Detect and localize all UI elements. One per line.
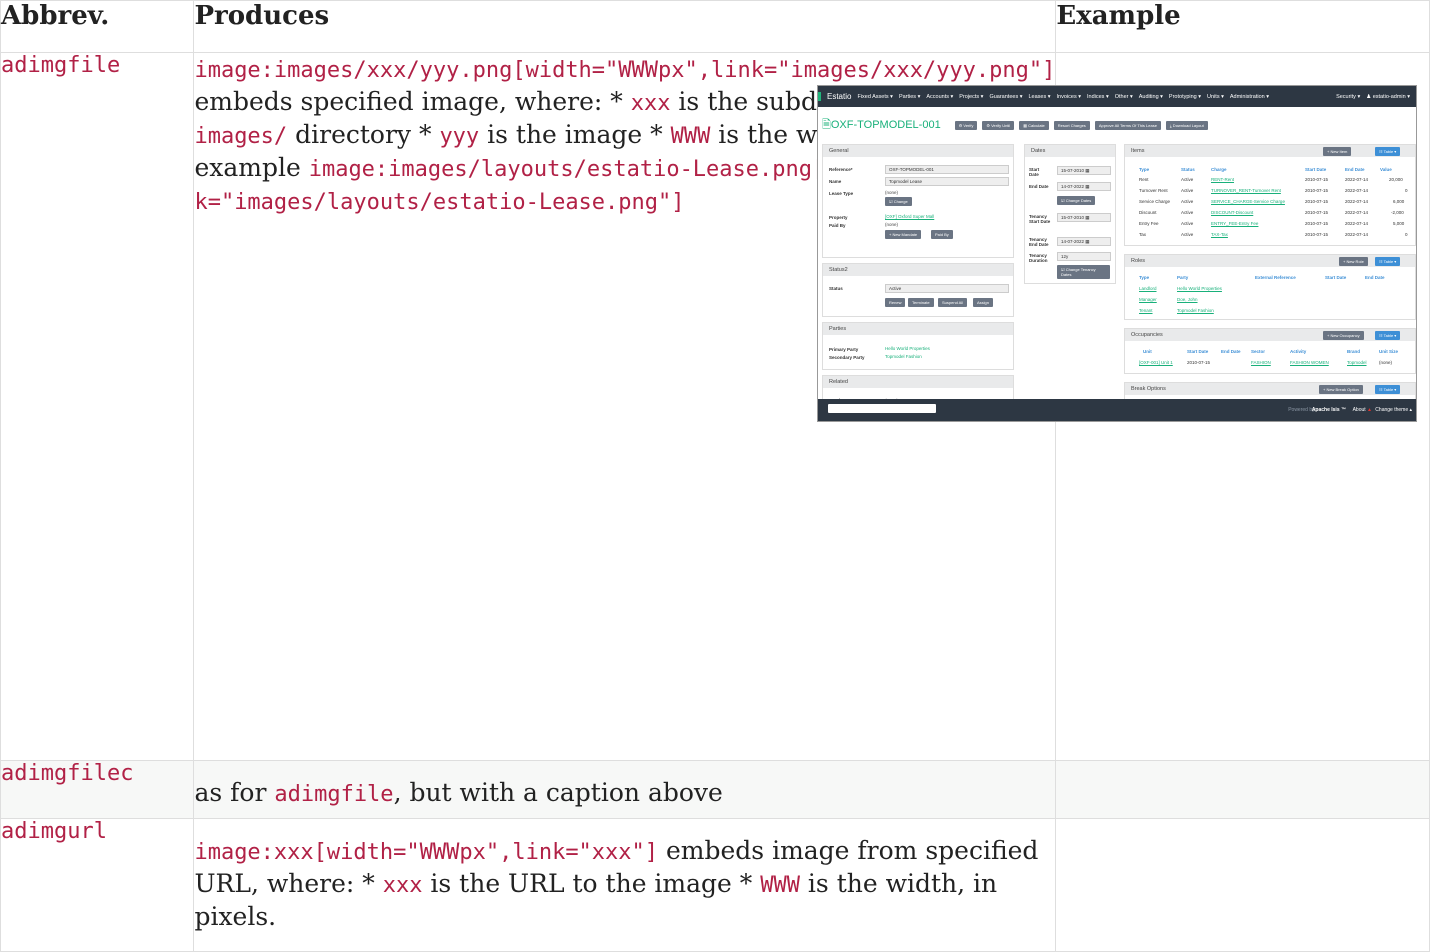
table-row: adimgfilec as for adimgfile, but with a … <box>0 760 1430 819</box>
general-heading: General <box>823 145 1013 157</box>
footer-select[interactable] <box>828 404 936 413</box>
table-row[interactable]: Entry Fee Active ENTRY_FEE-Entry Fee 2010-0… <box>1125 219 1415 230</box>
occupancies-table-button[interactable]: ☷ Table ▾ <box>1375 331 1401 340</box>
menu-prototyping[interactable]: Prototyping ▾ <box>1169 94 1201 100</box>
occupancies-panel: Occupancies + New Occupancy ☷ Table ▾ Un… <box>1124 328 1416 374</box>
table-row[interactable]: [OXF-001] Unit 1 2010-07-15 FASHION FASHION… <box>1125 358 1415 369</box>
new-mandate-button[interactable]: + New Mandate <box>885 230 922 239</box>
parties-panel: Parties Primary Party Hello World Proper… <box>822 322 1014 370</box>
tenancy-duration-field[interactable]: 12y <box>1057 252 1111 261</box>
produces-cell: as for adimgfile, but with a caption abo… <box>193 760 1057 819</box>
abbrev-cell: adimgurl <box>1 819 107 844</box>
tenancy-end-field[interactable]: 14-07-2022 ▦ <box>1057 237 1111 246</box>
change-tenancy-dates-button[interactable]: ☑ Change Tenancy Dates <box>1057 265 1110 279</box>
reference-field[interactable]: OXF-TOPMODEL-001 <box>885 165 1009 174</box>
menu-administration[interactable]: Administration ▾ <box>1230 94 1269 100</box>
new-occupancy-button[interactable]: + New Occupancy <box>1323 331 1364 340</box>
name-field[interactable]: Topmodel Lease <box>885 177 1009 186</box>
menu-units[interactable]: Units ▾ <box>1207 94 1224 100</box>
change-dates-button[interactable]: ☑ Change Dates <box>1057 196 1096 205</box>
secondary-party-link[interactable]: Topmodel Fashion <box>885 354 922 359</box>
menu-accounts[interactable]: Accounts ▾ <box>926 94 953 100</box>
change-button[interactable]: ☑ Change <box>885 197 912 206</box>
items-table-button[interactable]: ☷ Table ▾ <box>1375 147 1401 156</box>
menu-projects[interactable]: Projects ▾ <box>959 94 983 100</box>
roles-table-button[interactable]: ☷ Table ▾ <box>1375 257 1401 266</box>
break-options-table-button[interactable]: ☷ Table ▾ <box>1375 385 1401 394</box>
suspend-all-button[interactable]: Suspend All <box>938 298 968 307</box>
primary-party-link[interactable]: Hello World Properties <box>885 346 930 351</box>
start-date-field[interactable]: 15-07-2010 ▦ <box>1057 166 1111 175</box>
paid-by-button[interactable]: Paid By <box>931 230 953 239</box>
property-link[interactable]: [OXF] Oxford Super Mall <box>885 214 934 219</box>
items-panel: Items + New Item ☷ Table ▾ Type Status C… <box>1124 144 1416 246</box>
terminate-button[interactable]: Terminate <box>908 298 934 307</box>
table-row[interactable]: Rent Active RENT-Rent 2010-07-15 2022-07-14 2… <box>1125 175 1415 186</box>
footer-bar: Powered by: Apache Isis ™ About ▲ Change… <box>818 399 1416 421</box>
menu-security[interactable]: Security ▾ <box>1336 94 1360 100</box>
general-panel: General Reference* OXF-TOPMODEL-001 Name… <box>822 144 1014 258</box>
tenancy-start-field[interactable]: 15-07-2010 ▦ <box>1057 213 1111 222</box>
example-cell <box>1055 818 1430 952</box>
table-row[interactable]: Manager Doe, John <box>1125 295 1415 306</box>
produces-cell: image:xxx[width="WWWpx",link="xxx"] embe… <box>193 818 1057 952</box>
status-panel: Status2 Status Active Renew Terminate Su… <box>822 263 1014 317</box>
new-item-button[interactable]: + New Item <box>1323 147 1352 156</box>
verify-until-button[interactable]: ⚙ Verify Until <box>982 120 1015 130</box>
about-link[interactable]: About ▲ <box>1353 407 1372 413</box>
table-header-row: Abbrev. Produces Example <box>0 0 1430 53</box>
assign-button[interactable]: Assign <box>973 298 994 307</box>
calculate-button[interactable]: ▦ Calculate <box>1019 120 1049 130</box>
abbrev-cell: adimgfile <box>1 53 121 78</box>
example-cell <box>1055 760 1430 819</box>
menu-fixed-assets[interactable]: Fixed Assets ▾ <box>857 94 892 100</box>
header-produces: Produces <box>193 0 1057 53</box>
top-navbar: Estatio Fixed Assets ▾ Parties ▾ Account… <box>818 86 1416 107</box>
menu-invoices[interactable]: Invoices ▾ <box>1057 94 1081 100</box>
menu-leases[interactable]: Leases ▾ <box>1028 94 1050 100</box>
approve-terms-button[interactable]: Approve All Terms Of This Lease <box>1094 120 1161 130</box>
brand-logo[interactable]: Estatio <box>818 92 858 101</box>
break-options-panel: Break Options + New Break Option ☷ Table… <box>1124 382 1416 400</box>
user-menu[interactable]: ♟ estatio-admin ▾ <box>1366 94 1410 100</box>
verify-button[interactable]: ⚙ Verify <box>954 120 978 130</box>
lease-title: 🗎OXF-TOPMODEL-001 <box>822 118 941 131</box>
menu-indices[interactable]: Indices ▾ <box>1087 94 1109 100</box>
header-abbrev: Abbrev. <box>0 0 195 53</box>
menu-parties[interactable]: Parties ▾ <box>899 94 920 100</box>
download-layout-button[interactable]: ⤓ Download Layout <box>1165 120 1208 130</box>
dates-panel: Dates Start Date 15-07-2010 ▦ End Date 1… <box>1024 144 1116 284</box>
roles-panel: Roles + New Role ☷ Table ▾ Type Party Ex… <box>1124 254 1416 320</box>
warning-icon: ▲ <box>1367 407 1372 413</box>
end-date-field[interactable]: 14-07-2022 ▦ <box>1057 182 1111 191</box>
resort-charges-button[interactable]: Resort Charges <box>1053 120 1090 130</box>
table-row[interactable]: Tenant Topmodel Fashion <box>1125 306 1415 317</box>
status-select[interactable]: Active <box>885 284 1009 293</box>
menu-guarantees[interactable]: Guarantees ▾ <box>989 94 1022 100</box>
new-role-button[interactable]: + New Role <box>1339 257 1368 266</box>
table-row[interactable]: Service Charge Active SERVICE_CHARGE-Servi… <box>1125 197 1415 208</box>
table-row: adimgurl image:xxx[width="WWWpx",link="x… <box>0 818 1430 952</box>
menu-auditing[interactable]: Auditing ▾ <box>1139 94 1163 100</box>
table-row[interactable]: Landlord Hello World Properties <box>1125 284 1415 295</box>
header-example: Example <box>1055 0 1430 53</box>
new-break-option-button[interactable]: + New Break Option <box>1319 385 1363 394</box>
estatio-lease-screenshot[interactable]: Estatio Fixed Assets ▾ Parties ▾ Account… <box>817 85 1417 422</box>
title-bar: 🗎OXF-TOPMODEL-001 ⚙ Verify ⚙ Verify Unti… <box>818 117 1213 133</box>
change-theme-link[interactable]: Change theme ▴ <box>1375 407 1412 413</box>
isis-link[interactable]: Apache Isis ™ <box>1312 407 1346 413</box>
table-row[interactable]: Turnover Rent Active TURNOVER_RENT-Turnove… <box>1125 186 1415 197</box>
table-row[interactable]: Discount Active DISCOUNT-Discount 2010-07-1… <box>1125 208 1415 219</box>
menu-other[interactable]: Other ▾ <box>1115 94 1133 100</box>
renew-button[interactable]: Renew <box>885 298 906 307</box>
abbrev-cell: adimgfilec <box>1 761 134 786</box>
table-row[interactable]: Tax Active TAX-Tax 2010-07-15 2022-07-14 0 <box>1125 230 1415 241</box>
